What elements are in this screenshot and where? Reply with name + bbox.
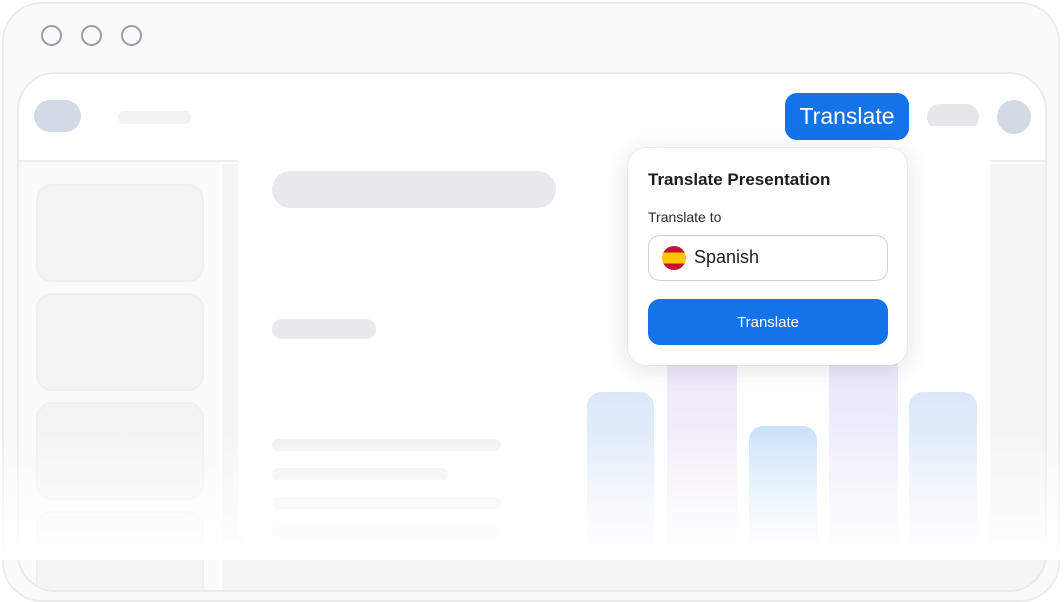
selected-language: Spanish: [694, 247, 760, 267]
translate-popover: Translate Presentation Translate to Span…: [628, 148, 907, 365]
document-title-placeholder: [118, 111, 191, 124]
slide-title-placeholder: [272, 171, 556, 208]
window-maximize-icon[interactable]: [121, 25, 142, 46]
slide-thumbnail[interactable]: [36, 293, 204, 391]
language-select[interactable]: Spanish: [648, 235, 888, 281]
translate-button[interactable]: Translate: [785, 93, 909, 140]
slide-thumbnail[interactable]: [36, 184, 204, 282]
app-logo: [34, 100, 81, 132]
bottom-fade: [0, 430, 1064, 560]
window-minimize-icon[interactable]: [81, 25, 102, 46]
window-close-icon[interactable]: [41, 25, 62, 46]
popover-title: Translate Presentation: [648, 170, 831, 189]
target-language-label: Translate to: [648, 209, 722, 225]
avatar[interactable]: [997, 100, 1031, 134]
spain-flag-icon: [662, 246, 686, 270]
slide-subtitle-placeholder: [272, 319, 376, 339]
translate-submit-button[interactable]: Translate: [648, 299, 888, 345]
